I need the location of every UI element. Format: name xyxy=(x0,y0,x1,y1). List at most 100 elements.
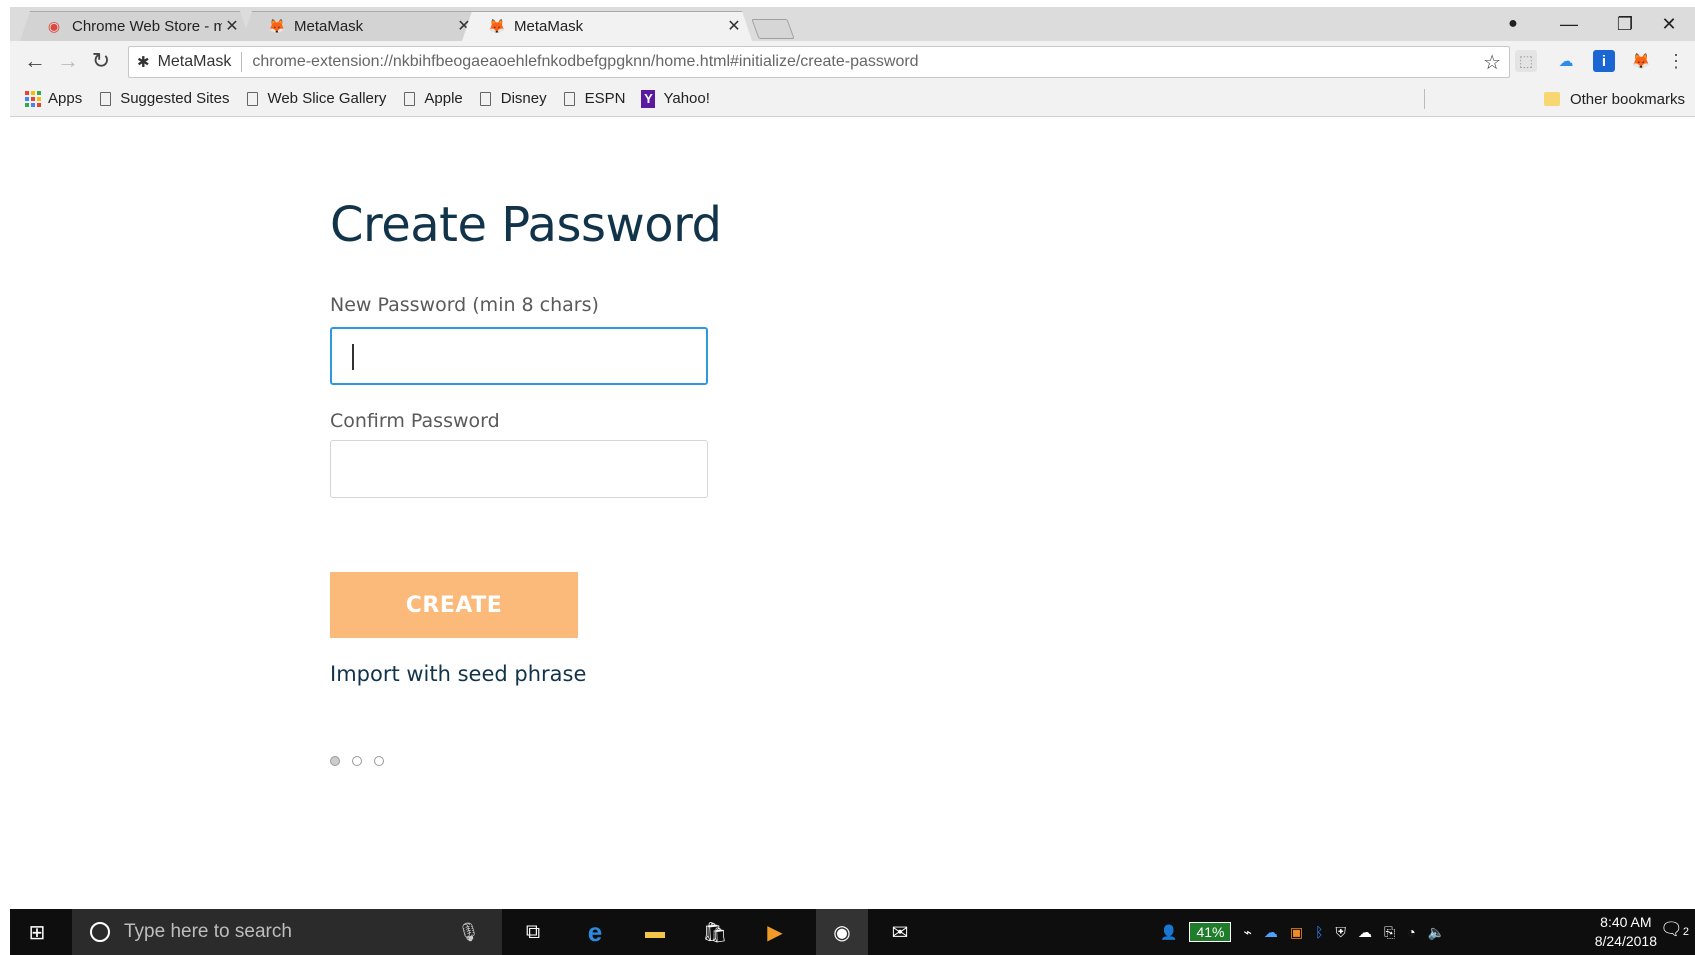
new-tab-button[interactable] xyxy=(751,19,795,39)
time: 8:40 AM xyxy=(1600,914,1652,930)
metamask-fox-icon: 🦊 xyxy=(488,18,506,34)
search-placeholder: Type here to search xyxy=(124,921,292,942)
tab-chrome-web-store[interactable]: ◉ Chrome Web Store - met ✕ xyxy=(20,11,250,41)
divider xyxy=(1424,89,1425,109)
wifi-icon[interactable]: ◔ xyxy=(1407,924,1415,940)
step-dot-1 xyxy=(330,756,340,766)
yahoo-icon: Y xyxy=(641,89,656,108)
system-tray: 👤 41% ⌁ ☁ ▣ ᛒ ⛨ ☁ ⎘ ◔ 🔈 xyxy=(1160,909,1445,955)
page-icon xyxy=(245,91,259,107)
step-dot-3 xyxy=(374,756,384,766)
close-tab-icon[interactable]: ✕ xyxy=(222,16,242,36)
extension-icon: ✱ xyxy=(137,54,150,71)
divider xyxy=(241,52,243,72)
new-password-label: New Password (min 8 chars) xyxy=(330,294,599,316)
store-icon[interactable]: 🛍 xyxy=(700,917,730,947)
bookmark-web-slice-gallery[interactable]: Web Slice Gallery xyxy=(245,90,386,107)
close-window-button[interactable]: ✕ xyxy=(1641,7,1695,41)
tab-metamask[interactable]: 🦊 MetaMask ✕ xyxy=(242,11,482,41)
site-name: MetaMask xyxy=(157,53,232,70)
windows-taskbar: ⊞ Type here to search 🎙 ⧉ e ▬ 🛍 ▶ ◉ ✉ 👤 … xyxy=(10,909,1695,955)
clock[interactable]: 8:40 AM 8/24/2018 xyxy=(1595,913,1657,951)
battery-indicator[interactable]: 41% xyxy=(1189,922,1232,942)
create-button[interactable]: CREATE xyxy=(330,572,578,638)
bookmark-yahoo[interactable]: Y Yahoo! xyxy=(641,89,710,108)
tab-metamask-active[interactable]: 🦊 MetaMask ✕ xyxy=(462,11,752,41)
page-icon xyxy=(479,91,493,107)
metamask-extension-icon[interactable]: 🦊 xyxy=(1630,50,1652,72)
security-icon[interactable]: ⛨ xyxy=(1336,924,1347,941)
bookmark-apps[interactable]: Apps xyxy=(25,90,83,107)
page-icon xyxy=(402,91,416,107)
info-extension-icon[interactable]: i xyxy=(1593,50,1615,72)
tab-title: Chrome Web Store - met xyxy=(72,17,222,35)
forward-button[interactable]: → xyxy=(53,47,83,75)
date: 8/24/2018 xyxy=(1594,933,1657,949)
task-view-icon[interactable]: ⧉ xyxy=(518,917,548,947)
confirm-password-input[interactable] xyxy=(330,440,708,498)
import-seed-phrase-link[interactable]: Import with seed phrase xyxy=(330,662,586,686)
other-bookmarks-label: Other bookmarks xyxy=(1569,90,1685,108)
cortana-icon xyxy=(90,922,110,942)
chrome-icon[interactable]: ◉ xyxy=(816,909,868,955)
page-icon xyxy=(563,91,577,107)
pdf-extension-icon[interactable]: ⬚ xyxy=(1515,50,1537,72)
onedrive-icon[interactable]: ☁ xyxy=(1264,924,1278,941)
confirm-password-label: Confirm Password xyxy=(330,410,500,432)
bookmark-label: Disney xyxy=(500,90,547,107)
step-indicator xyxy=(330,756,384,766)
notification-count: 2 xyxy=(1682,926,1689,938)
network-adapter-icon[interactable]: ⎘ xyxy=(1384,924,1395,941)
bookmark-label: Apps xyxy=(48,90,83,107)
back-button[interactable]: ← xyxy=(20,47,50,75)
notification-center-icon[interactable]: 🗨2 xyxy=(1660,919,1689,940)
page-icon xyxy=(98,91,112,107)
tab-strip: ◉ Chrome Web Store - met ✕ 🦊 MetaMask ✕ … xyxy=(10,7,1695,41)
tab-title: MetaMask xyxy=(294,17,364,35)
address-bar[interactable]: ✱ MetaMask chrome-extension://nkbihfbeog… xyxy=(128,46,1510,78)
people-icon[interactable]: 👤 xyxy=(1160,924,1177,941)
minimize-button[interactable]: — xyxy=(1541,7,1597,41)
page-title: Create Password xyxy=(330,197,722,253)
step-dot-2 xyxy=(352,756,362,766)
profile-icon[interactable]: ● xyxy=(1485,7,1541,41)
file-explorer-icon[interactable]: ▬ xyxy=(640,917,670,947)
bookmark-disney[interactable]: Disney xyxy=(479,90,547,107)
bookmark-label: Web Slice Gallery xyxy=(267,90,387,107)
bookmark-star-icon[interactable]: ☆ xyxy=(1483,50,1501,75)
media-player-icon[interactable]: ▶ xyxy=(760,917,790,947)
cloud-extension-icon[interactable]: ☁ xyxy=(1555,50,1577,72)
volume-icon[interactable]: 🔈 xyxy=(1428,924,1445,941)
folder-icon xyxy=(1543,92,1560,106)
mail-icon[interactable]: ✉ xyxy=(885,917,915,947)
cloud-icon[interactable]: ☁ xyxy=(1358,924,1372,941)
chrome-web-store-icon: ◉ xyxy=(47,18,61,34)
bluetooth-icon[interactable]: ᛒ xyxy=(1315,924,1323,940)
text-cursor xyxy=(352,344,354,370)
other-bookmarks[interactable]: Other bookmarks xyxy=(1543,81,1685,117)
bookmark-label: Suggested Sites xyxy=(120,90,230,107)
apps-grid-icon xyxy=(25,90,41,107)
url-text[interactable]: chrome-extension://nkbihfbeogaeaoehlefnk… xyxy=(252,53,918,71)
reload-button[interactable]: ↻ xyxy=(86,47,116,75)
tab-title: MetaMask xyxy=(514,17,584,35)
bookmarks-bar: Apps Suggested Sites Web Slice Gallery A… xyxy=(10,81,1695,117)
new-password-input[interactable] xyxy=(330,327,708,385)
bookmark-label: ESPN xyxy=(584,90,626,107)
page-content: Create Password New Password (min 8 char… xyxy=(10,117,1695,920)
browser-toolbar: ← → ↻ ✱ MetaMask chrome-extension://nkbi… xyxy=(10,41,1695,81)
windows-start-icon[interactable]: ⊞ xyxy=(22,917,52,947)
bookmark-apple[interactable]: Apple xyxy=(402,90,463,107)
power-icon[interactable]: ⌁ xyxy=(1243,924,1251,941)
screen: ◉ Chrome Web Store - met ✕ 🦊 MetaMask ✕ … xyxy=(10,7,1695,955)
edge-icon[interactable]: e xyxy=(580,917,610,947)
bookmark-espn[interactable]: ESPN xyxy=(563,90,626,107)
app-tray-icon[interactable]: ▣ xyxy=(1290,924,1303,941)
close-tab-icon[interactable]: ✕ xyxy=(724,16,744,36)
taskbar-search[interactable]: Type here to search 🎙 xyxy=(72,909,502,955)
menu-icon[interactable]: ⋮ xyxy=(1665,50,1687,72)
bookmark-label: Apple xyxy=(424,90,463,107)
metamask-fox-icon: 🦊 xyxy=(268,18,286,34)
microphone-icon[interactable]: 🎙 xyxy=(457,922,480,943)
bookmark-suggested-sites[interactable]: Suggested Sites xyxy=(98,90,229,107)
